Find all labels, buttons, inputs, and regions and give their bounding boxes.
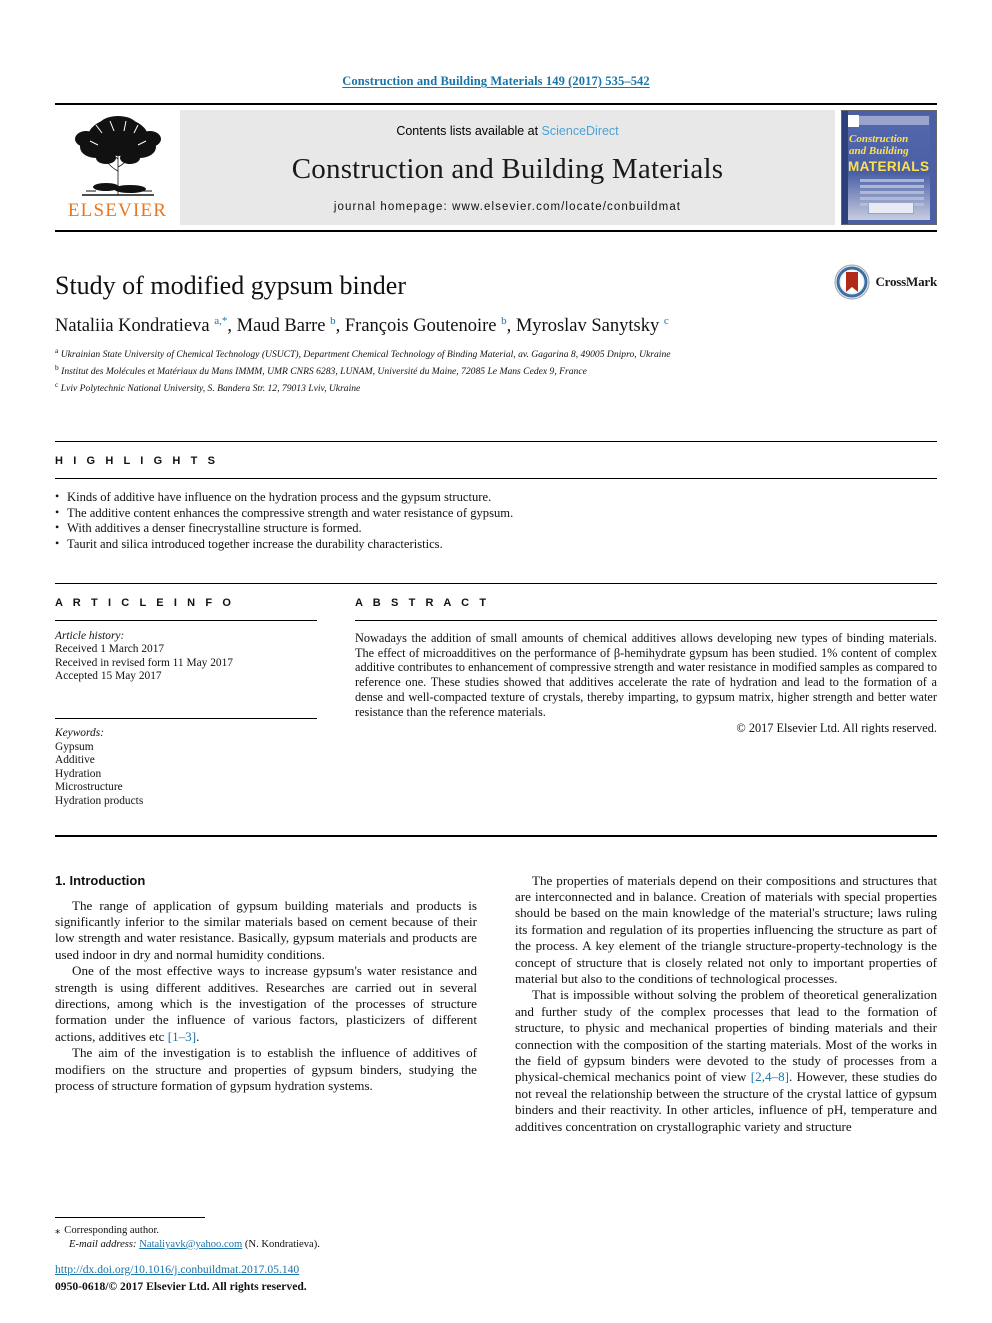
footnote-area: ⁎ Corresponding author. E-mail address: N…: [55, 1217, 477, 1251]
body-column-left: 1. Introduction The range of application…: [55, 873, 477, 1136]
page-title: Study of modified gypsum binder: [55, 271, 406, 300]
highlights-section: H I G H L I G H T S Kinds of additive ha…: [55, 441, 937, 552]
affiliation-marker: c: [55, 379, 59, 389]
highlights-label: H I G H L I G H T S: [55, 455, 219, 468]
contents-line: Contents lists available at ScienceDirec…: [396, 124, 618, 138]
crossmark-label: CrossMark: [875, 274, 937, 289]
cover-title-line-2: and Building: [849, 145, 909, 157]
email-label: E-mail address:: [69, 1238, 137, 1250]
corresponding-author-note: ⁎ Corresponding author.: [55, 1224, 477, 1237]
body-columns: 1. Introduction The range of application…: [55, 873, 937, 1136]
history-item: Received 1 March 2017: [55, 643, 165, 656]
abstract-label: A B S T R A C T: [355, 596, 490, 609]
list-item: Taurit and silica introduced together in…: [55, 536, 937, 553]
paragraph: That is impossible without solving the p…: [515, 987, 937, 1135]
highlights-list: Kinds of additive have influence on the …: [55, 489, 937, 553]
info-abstract-section: A R T I C L E I N F O Article history: R…: [55, 582, 937, 809]
article-history-items: Received 1 March 2017 Received in revised…: [55, 643, 317, 684]
body-column-right: The properties of materials depend on th…: [515, 873, 937, 1136]
citation-ref[interactable]: [2,4–8]: [751, 1069, 789, 1084]
title-block: CrossMark Study of modified gypsum binde…: [55, 264, 937, 395]
crossmark-badge[interactable]: CrossMark: [834, 264, 937, 300]
affiliation-item: c Lviv Polytechnic National University, …: [55, 379, 361, 394]
email-note: E-mail address: Nataliyavk@yahoo.com (N.…: [55, 1238, 477, 1251]
cover-title-line-1: Construction: [849, 133, 909, 145]
keyword-item: Additive: [55, 754, 95, 767]
issn-copyright-line: 0950-0618/© 2017 Elsevier Ltd. All right…: [55, 1280, 307, 1293]
doi-link[interactable]: http://dx.doi.org/10.1016/j.conbuildmat.…: [55, 1263, 555, 1277]
abstract-divider: [355, 619, 937, 621]
elsevier-logo: ELSEVIER: [55, 105, 180, 230]
article-info-divider: [55, 619, 317, 621]
article-info-column: A R T I C L E I N F O Article history: R…: [55, 584, 317, 809]
keywords-items: Gypsum Additive Hydration Microstructure Hyd…: [55, 741, 317, 809]
article-info-heading: A R T I C L E I N F O: [55, 584, 317, 620]
affiliation-item: a Ukrainian State University of Chemical…: [55, 345, 671, 361]
paragraph-period: .: [788, 1069, 793, 1085]
abstract-copyright: © 2017 Elsevier Ltd. All rights reserved…: [736, 721, 937, 736]
keyword-item: Gypsum: [55, 740, 94, 753]
affiliation-marker: a: [55, 345, 59, 355]
page-footer: http://dx.doi.org/10.1016/j.conbuildmat.…: [55, 1263, 555, 1295]
paragraph-text: One of the most effective ways to increa…: [55, 963, 477, 1044]
email-owner: (N. Kondratieva).: [244, 1238, 320, 1250]
section-separator-rule: [55, 834, 937, 837]
history-item: Received in revised form 11 May 2017: [55, 656, 233, 669]
list-item: Kinds of additive have influence on the …: [55, 489, 937, 506]
keyword-item: Microstructure: [55, 781, 123, 794]
keyword-item: Hydration products: [55, 795, 144, 807]
section-title-introduction: 1. Introduction: [55, 872, 146, 888]
sciencedirect-link[interactable]: ScienceDirect: [542, 124, 619, 138]
abstract-text: Nowadays the addition of small amounts o…: [355, 630, 937, 720]
keywords-block: Keywords: Gypsum Additive Hydration Microst…: [55, 718, 317, 809]
abstract-heading: A B S T R A C T: [355, 584, 937, 620]
cover-badge-icon: [848, 115, 859, 127]
paragraph: The range of application of gypsum build…: [55, 897, 477, 962]
contents-prefix: Contents lists available at: [396, 124, 542, 138]
paragraph: The aim of the investigation is to estab…: [55, 1045, 477, 1094]
cover-title-line-3: MATERIALS: [848, 159, 930, 174]
elsevier-tree-icon: [74, 116, 161, 196]
journal-band: Contents lists available at ScienceDirec…: [180, 110, 835, 225]
keyword-item: Hydration: [55, 767, 102, 780]
affiliation-item: b Institut des Molécules et Matériaux du…: [55, 362, 587, 377]
footnote-rule: [55, 1217, 205, 1219]
paragraph: The properties of materials depend on th…: [515, 872, 937, 987]
history-item: Accepted 15 May 2017: [55, 670, 162, 683]
journal-title: Construction and Building Materials: [291, 153, 724, 185]
affiliation-list: a Ukrainian State University of Chemical…: [55, 345, 937, 395]
journal-masthead: ELSEVIER Contents lists available at Sci…: [55, 103, 937, 232]
cover-top-bar: [858, 116, 929, 125]
article-first-page: Construction and Building Materials 149 …: [0, 0, 992, 1323]
journal-cover-thumbnail[interactable]: Construction and Building MATERIALS: [841, 110, 937, 225]
abstract-column: A B S T R A C T Nowadays the addition of…: [355, 584, 937, 809]
running-head: Construction and Building Materials 149 …: [342, 74, 650, 88]
elsevier-wordmark: ELSEVIER: [67, 200, 168, 221]
crossmark-icon: [834, 264, 870, 300]
email-link[interactable]: Nataliyavk@yahoo.com: [139, 1239, 242, 1250]
highlights-heading: H I G H L I G H T S: [55, 441, 937, 480]
paragraph: One of the most effective ways to increa…: [55, 963, 477, 1045]
affiliation-marker: b: [55, 362, 59, 372]
list-item: The additive content enhances the compre…: [55, 505, 937, 522]
list-item: With additives a denser finecrystalline …: [55, 520, 937, 537]
article-history-label: Article history:: [55, 629, 125, 642]
corresponding-author-text: Corresponding author.: [64, 1225, 160, 1237]
article-history: Article history: Received 1 March 2017 Re…: [55, 630, 317, 684]
cover-footer-logo: [868, 202, 914, 214]
keywords-label: Keywords:: [55, 727, 104, 740]
paragraph-period: .: [196, 1028, 200, 1044]
author-list: Nataliia Kondratieva a,*, Maud Barre b, …: [55, 314, 669, 336]
citation-ref[interactable]: [1–3]: [168, 1029, 196, 1044]
journal-homepage-line[interactable]: journal homepage: www.elsevier.com/locat…: [334, 201, 681, 213]
corresponding-author-marker: ⁎: [55, 1225, 61, 1237]
article-info-label: A R T I C L E I N F O: [55, 596, 235, 609]
